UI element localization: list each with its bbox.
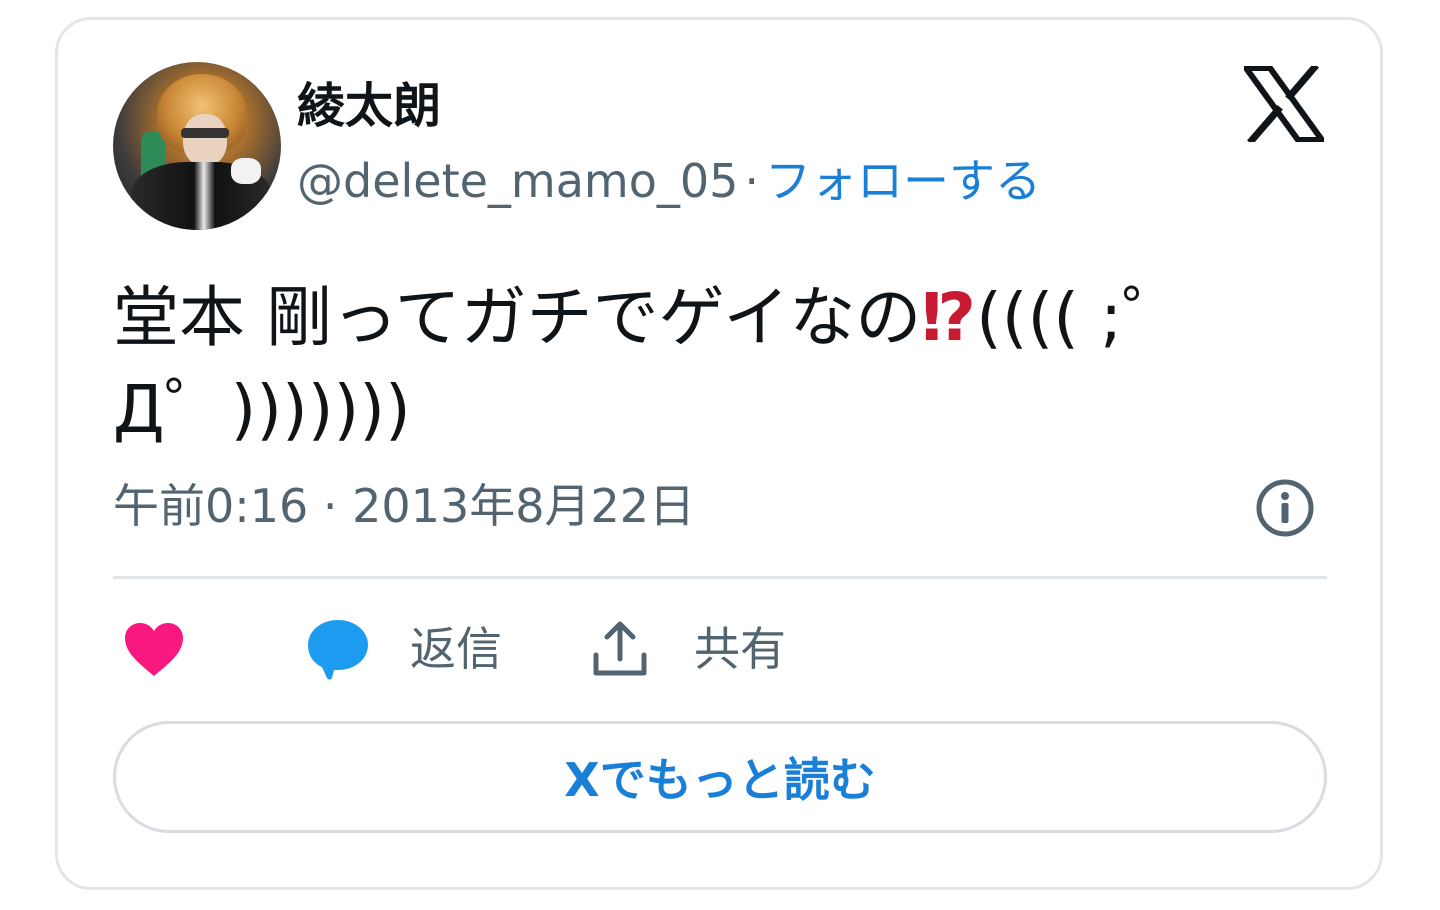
avatar-glasses: [181, 128, 229, 138]
share-button[interactable]: 共有: [590, 618, 786, 680]
display-name[interactable]: 綾太朗: [297, 76, 441, 136]
heart-icon[interactable]: [123, 622, 185, 678]
reply-button[interactable]: 返信: [306, 618, 502, 680]
avatar-face: [183, 114, 227, 166]
read-more-button[interactable]: Xでもっと読む: [113, 721, 1327, 833]
info-icon[interactable]: [1254, 477, 1316, 539]
avatar[interactable]: [113, 62, 281, 230]
reply-label: 返信: [410, 622, 502, 676]
timestamp[interactable]: 午前0:16 · 2013年8月22日: [113, 474, 695, 538]
user-handle[interactable]: @delete_mamo_05: [297, 154, 738, 208]
x-logo-icon[interactable]: [1244, 66, 1324, 142]
share-label: 共有: [694, 622, 786, 676]
divider: [113, 576, 1327, 579]
speech-bubble-icon: [308, 620, 368, 680]
avatar-glove: [231, 158, 261, 184]
tweet-text-main: 堂本 剛ってガチでゲイなの: [113, 279, 922, 356]
upload-share-icon: [593, 621, 647, 676]
tweet-text: 堂本 剛ってガチでゲイなの⁉(((( ;゜Д゜))))))): [113, 272, 1313, 456]
separator-dot: ·: [744, 154, 760, 208]
interrobang-emoji: ⁉: [921, 279, 977, 356]
follow-button[interactable]: フォローする: [765, 154, 1041, 208]
handle-row: @delete_mamo_05 · フォローする: [297, 150, 1041, 212]
